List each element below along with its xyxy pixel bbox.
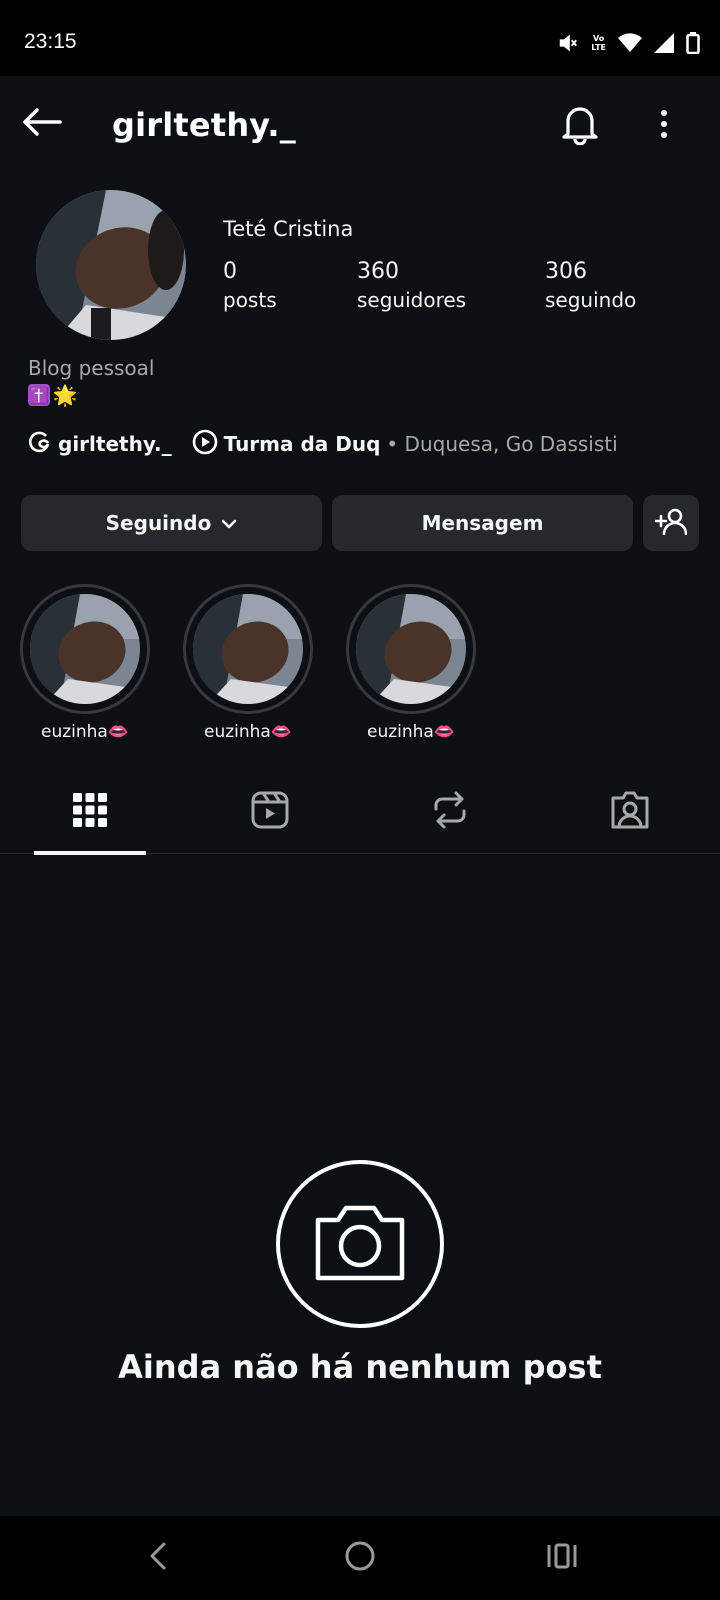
following-stat[interactable]: 306 seguindo [545, 258, 636, 314]
story-highlight[interactable]: euzinha👄 [20, 584, 150, 742]
suggest-people-button[interactable] [643, 495, 699, 551]
profile-links: girltethy._ Turma da Duq • Duquesa, Go D… [28, 428, 618, 460]
music-title: Turma da Duq [223, 432, 381, 456]
profile-tabs [0, 770, 720, 855]
following-button-label: Seguindo [105, 511, 212, 535]
empty-state-graphic [276, 1160, 444, 1328]
highlight-cover [193, 594, 303, 704]
volte-icon: Vo LTE [591, 34, 606, 52]
reposts-icon [432, 791, 468, 833]
nav-recents-button[interactable] [522, 1516, 602, 1600]
profile-header: girltethy._ [0, 76, 720, 176]
tab-tagged[interactable] [570, 770, 690, 854]
profile-avatar[interactable] [36, 190, 186, 340]
threads-link[interactable]: girltethy._ [28, 429, 172, 460]
back-button[interactable] [20, 102, 64, 146]
bio-emojis: ✝️ 🌟 [28, 383, 78, 407]
following-label: seguindo [545, 288, 637, 312]
posts-stat[interactable]: 0 posts [223, 258, 277, 314]
tab-grid[interactable] [30, 770, 150, 854]
grid-icon [73, 793, 107, 831]
music-artists: • Duquesa, Go Dassisti [386, 432, 618, 456]
reels-icon [251, 791, 289, 833]
status-time: 23:15 [24, 30, 77, 53]
following-button[interactable]: Seguindo [21, 495, 322, 551]
threads-icon [28, 429, 52, 460]
bell-icon [561, 103, 599, 149]
highlight-cover [356, 594, 466, 704]
followers-label: seguidores [357, 288, 467, 312]
glowing-star-emoji: 🌟 [52, 383, 78, 407]
message-button[interactable]: Mensagem [332, 495, 633, 551]
system-navigation-bar [0, 1516, 720, 1600]
wifi-icon [618, 33, 642, 53]
latin-cross-emoji: ✝️ [28, 384, 50, 406]
page-title: girltethy._ [112, 106, 296, 144]
back-arrow-icon [22, 107, 62, 141]
tab-reels[interactable] [210, 770, 330, 854]
camera-icon [314, 1202, 406, 1286]
battery-icon [686, 32, 700, 54]
tab-reposts[interactable] [390, 770, 510, 854]
chevron-left-icon [148, 1541, 168, 1575]
notifications-button[interactable] [558, 102, 602, 150]
tagged-icon [610, 790, 650, 834]
highlight-ring [346, 584, 476, 714]
display-name: Teté Cristina [223, 217, 354, 241]
mute-icon [557, 32, 579, 54]
status-icons: Vo LTE [557, 30, 700, 56]
chevron-down-icon [221, 511, 237, 535]
following-count: 306 [545, 259, 587, 284]
recents-icon [546, 1542, 578, 1574]
nav-back-button[interactable] [118, 1516, 198, 1600]
empty-state-message: Ainda não há nenhum post [118, 1348, 602, 1386]
highlight-label: euzinha👄 [366, 722, 455, 742]
play-circle-icon [192, 429, 218, 460]
highlight-ring [20, 584, 150, 714]
more-vertical-icon [660, 109, 668, 143]
music-link[interactable]: Turma da Duq [192, 429, 381, 460]
more-options-button[interactable] [648, 102, 680, 150]
message-button-label: Mensagem [421, 511, 544, 535]
story-highlight[interactable]: euzinha👄 [183, 584, 313, 742]
followers-stat[interactable]: 360 seguidores [357, 258, 466, 314]
story-highlight[interactable]: euzinha👄 [346, 584, 476, 742]
highlight-label: euzinha👄 [203, 722, 292, 742]
highlight-label: euzinha👄 [40, 722, 129, 742]
followers-count: 360 [357, 259, 399, 284]
status-bar: 23:15 Vo LTE [0, 0, 720, 76]
posts-count: 0 [223, 259, 237, 284]
threads-handle: girltethy._ [58, 432, 172, 456]
active-tab-indicator [34, 851, 146, 855]
nav-home-button[interactable] [320, 1516, 400, 1600]
signal-icon [654, 33, 674, 53]
home-circle-icon [344, 1540, 376, 1576]
bio-category: Blog pessoal [28, 356, 155, 380]
add-person-icon [654, 507, 688, 540]
highlight-cover [30, 594, 140, 704]
highlight-ring [183, 584, 313, 714]
posts-label: posts [223, 288, 277, 312]
